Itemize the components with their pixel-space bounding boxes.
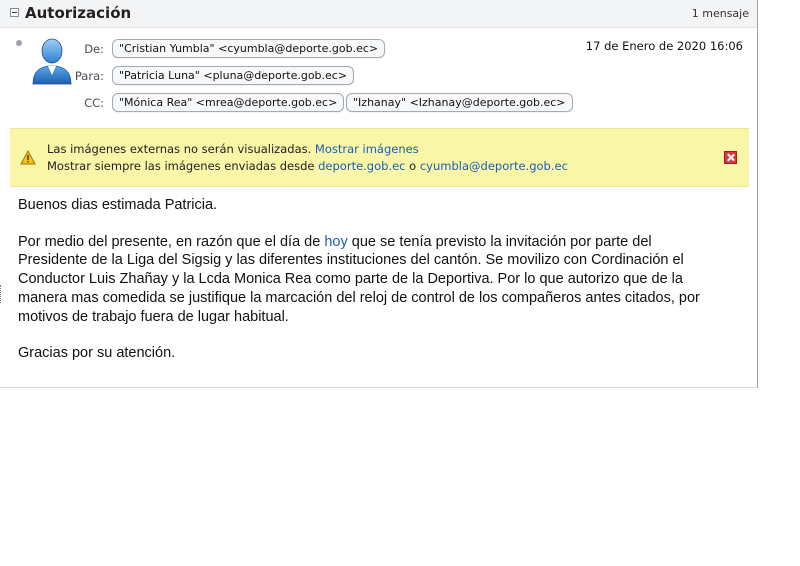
unread-indicator[interactable] xyxy=(16,40,22,46)
greeting: Buenos dias estimada Patricia. xyxy=(18,197,218,213)
body-paragraph: Por medio del presente, en razón que el … xyxy=(18,233,718,327)
sender-link[interactable]: cyumbla@deporte.gob.ec xyxy=(420,159,568,173)
banner-always-text: Mostrar siempre las imágenes enviadas de… xyxy=(47,159,315,173)
message-subject: Autorización xyxy=(25,4,132,22)
collapse-icon[interactable] xyxy=(10,8,19,17)
message-body: Buenos dias estimada Patricia. Por medio… xyxy=(18,196,718,381)
message-date: 17 de Enero de 2020 16:06 xyxy=(585,39,743,53)
external-images-banner: Las imágenes externas no serán visualiza… xyxy=(10,128,749,187)
closing: Gracias por su atención. xyxy=(18,345,176,362)
body-text-start: Por medio del presente, en razón que el … xyxy=(18,233,321,250)
subject-bar: Autorización 1 mensaje xyxy=(0,0,757,28)
message-panel: Autorización 1 mensaje De: "Cristian Yum… xyxy=(0,0,758,388)
from-contact[interactable]: "Cristian Yumbla" <cyumbla@deporte.gob.e… xyxy=(112,39,386,58)
cc-contact[interactable]: "Izhanay" <Izhanay@deporte.gob.ec> xyxy=(346,93,573,112)
to-label: Para: xyxy=(74,69,104,83)
hoy-link[interactable]: hoy xyxy=(324,234,347,250)
cc-label: CC: xyxy=(84,96,104,110)
margin-marker xyxy=(0,285,3,303)
warning-icon xyxy=(20,150,36,165)
to-contact[interactable]: "Patricia Luna" <pluna@deporte.gob.ec> xyxy=(112,66,355,85)
cc-contact[interactable]: "Mónica Rea" <mrea@deporte.gob.ec> xyxy=(112,93,345,112)
banner-line-2: Mostrar siempre las imágenes enviadas de… xyxy=(47,159,568,173)
from-label: De: xyxy=(84,42,104,56)
show-images-link[interactable]: Mostrar imágenes xyxy=(315,142,419,156)
or-text: o xyxy=(409,159,417,173)
banner-notice-text: Las imágenes externas no serán visualiza… xyxy=(47,142,312,156)
message-count: 1 mensaje xyxy=(691,7,749,20)
banner-line-1: Las imágenes externas no serán visualiza… xyxy=(47,142,419,156)
close-icon[interactable] xyxy=(724,151,737,164)
domain-link[interactable]: deporte.gob.ec xyxy=(318,159,405,173)
